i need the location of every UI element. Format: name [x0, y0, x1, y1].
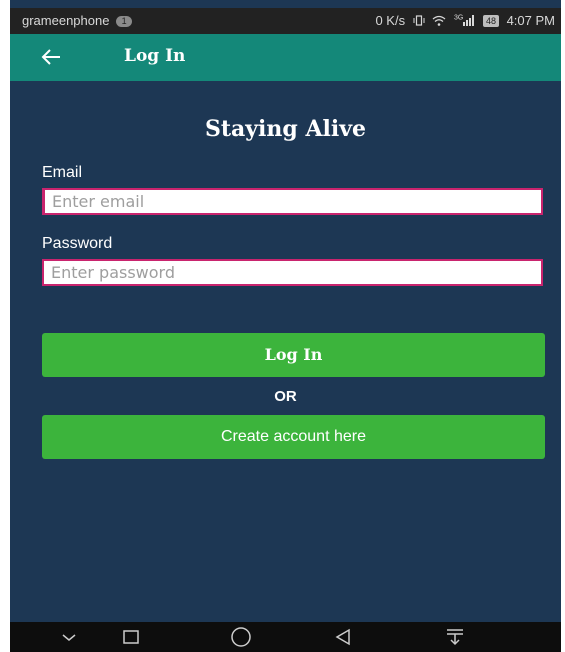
status-indicators: 0 K/s 3G 48 4:07 PM — [371, 13, 555, 28]
or-divider: OR — [274, 388, 297, 405]
app-title: Staying Alive — [204, 116, 367, 142]
login-button[interactable]: Log In — [42, 333, 545, 377]
password-field[interactable] — [42, 259, 543, 286]
app-bar-title: Log In — [124, 46, 186, 66]
create-account-button[interactable]: Create account here — [42, 415, 545, 459]
app-bar: Log In — [10, 34, 561, 81]
carrier-name: grameenphone — [22, 13, 110, 28]
back-triangle-icon[interactable] — [333, 622, 353, 652]
signal-icon: 3G — [454, 13, 479, 28]
notification-count-badge: 1 — [116, 16, 133, 27]
email-label: Email — [42, 164, 83, 181]
network-speed: 0 K/s — [375, 13, 406, 28]
recents-square-icon[interactable] — [121, 622, 141, 652]
clock: 4:07 PM — [506, 13, 555, 28]
arrow-left-icon[interactable] — [40, 43, 62, 77]
wifi-icon — [432, 13, 450, 28]
email-field[interactable] — [42, 188, 543, 215]
carrier: grameenphone 1 — [22, 13, 133, 28]
notification-pull-icon[interactable] — [444, 622, 466, 652]
status-bar: grameenphone 1 0 K/s 3G 48 4:07 PM — [10, 8, 561, 34]
phone-screen: grameenphone 1 0 K/s 3G 48 4:07 PM Log I… — [10, 0, 561, 652]
chevron-down-icon[interactable] — [60, 622, 78, 652]
signal-label: 3G — [453, 14, 464, 22]
battery-icon: 48 — [482, 15, 499, 27]
vibrate-icon — [413, 13, 429, 28]
nav-bar — [10, 622, 561, 652]
home-circle-icon[interactable] — [228, 622, 254, 652]
password-label: Password — [42, 235, 113, 252]
